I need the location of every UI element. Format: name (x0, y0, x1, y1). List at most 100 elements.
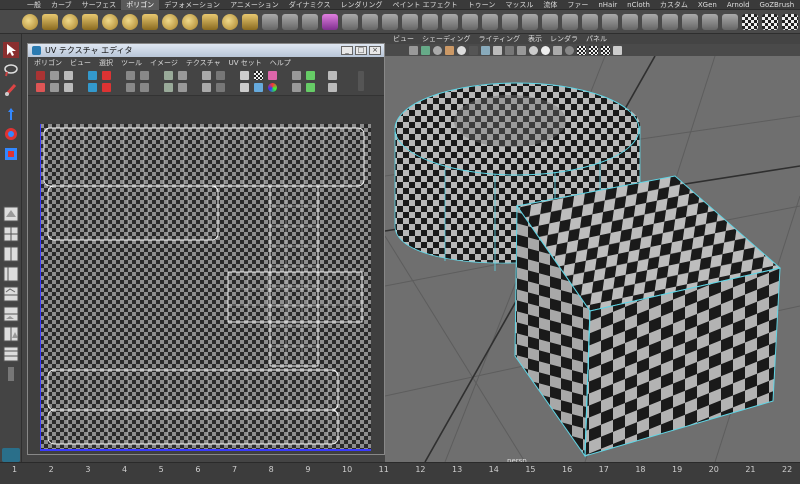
smooth-icon[interactable] (342, 13, 358, 30)
smooth-shade-icon[interactable] (433, 45, 442, 55)
sphere-icon[interactable] (22, 13, 38, 30)
shelf-tab-16[interactable]: XGen (693, 0, 722, 10)
offset-loop-icon[interactable] (482, 13, 498, 30)
color-managed-icon[interactable] (306, 71, 315, 80)
uv-menu-6[interactable]: UV セット (229, 58, 262, 68)
texture-borders-icon[interactable] (216, 71, 225, 80)
shelf-tab-1[interactable]: カーブ (46, 0, 77, 10)
hud-icon[interactable] (613, 45, 622, 55)
layout-uv-icon[interactable] (178, 83, 187, 92)
layout-hypershade-icon[interactable] (3, 306, 19, 322)
dof-icon[interactable] (565, 45, 574, 55)
minimize-button[interactable]: _ (341, 46, 353, 55)
grid-toggle-icon[interactable] (505, 45, 514, 55)
textured-icon[interactable] (445, 45, 454, 55)
uv-distortion-icon[interactable] (268, 71, 277, 80)
uv-menu-4[interactable]: イメージ (150, 58, 178, 68)
shelf-tab-13[interactable]: nHair (593, 0, 622, 10)
layout-custom-icon[interactable] (3, 346, 19, 362)
gamma-icon[interactable] (292, 83, 301, 92)
shelf-tab-6[interactable]: ダイナミクス (284, 0, 336, 10)
uv-menu-3[interactable]: ツール (121, 58, 142, 68)
lights-icon[interactable] (457, 45, 466, 55)
shelf-tab-11[interactable]: 流体 (538, 0, 562, 10)
layout-two-icon[interactable] (3, 246, 19, 262)
checker-view3-icon[interactable] (601, 45, 610, 55)
isolate-icon[interactable] (493, 45, 502, 55)
move-sew-icon[interactable] (102, 71, 111, 80)
shaded-uv-icon[interactable] (254, 83, 263, 92)
rgb-channel-icon[interactable] (268, 83, 277, 92)
time-slider[interactable]: 1 2 3 4 5 6 7 8 9 10 11 12 13 14 15 16 17 18 19 20 21 22 (0, 462, 800, 484)
checker-view2-icon[interactable] (589, 45, 598, 55)
shelf-tab-9[interactable]: トゥーン (463, 0, 501, 10)
dim-image-icon[interactable] (240, 71, 249, 80)
merge-icon[interactable] (582, 13, 598, 30)
shelf-tab-17[interactable]: Arnold (722, 0, 755, 10)
shelf-tab-7[interactable]: レンダリング (335, 0, 387, 10)
cylindrical-map-icon[interactable] (662, 13, 678, 30)
cut-uv-icon[interactable] (88, 71, 97, 80)
shelf-tab-2[interactable]: サーフェス (77, 0, 122, 10)
sew-uv-icon[interactable] (88, 83, 97, 92)
viewport-menu-5[interactable]: パネル (586, 34, 607, 44)
unpin-uv-icon[interactable] (36, 83, 45, 92)
viewport-menu-4[interactable]: レンダラ (550, 34, 578, 44)
extract-icon[interactable] (302, 13, 318, 30)
rotate-cw-icon[interactable] (64, 83, 73, 92)
separate-icon[interactable] (282, 13, 298, 30)
shelf-tab-12[interactable]: ファー (562, 0, 593, 10)
split-icon[interactable] (442, 13, 458, 30)
checker-tiles-icon[interactable] (254, 71, 263, 80)
select-tool-icon[interactable] (3, 42, 19, 58)
average-icon[interactable] (362, 13, 378, 30)
checker-a-icon[interactable] (742, 13, 758, 30)
move-tool-icon[interactable] (3, 106, 19, 122)
bridge-icon[interactable] (522, 13, 538, 30)
uv-menu-5[interactable]: テクスチャ (186, 58, 221, 68)
layout-uv-icon[interactable] (3, 326, 19, 342)
auto-map-icon[interactable] (702, 13, 718, 30)
pin-uv-icon[interactable] (36, 71, 45, 80)
helix-icon[interactable] (202, 13, 218, 30)
append-icon[interactable] (422, 13, 438, 30)
rotate-tool-icon[interactable] (3, 126, 19, 142)
shelf-tab-0[interactable]: 一般 (22, 0, 46, 10)
viewport-menu-1[interactable]: シェーディング (422, 34, 471, 44)
xray-icon[interactable] (481, 45, 490, 55)
wireframe-icon[interactable] (421, 45, 430, 55)
unfold-icon[interactable] (178, 71, 187, 80)
paint-select-icon[interactable] (3, 82, 19, 98)
shelf-tab-5[interactable]: アニメーション (225, 0, 284, 10)
layout-graph-icon[interactable] (3, 286, 19, 302)
bevel-icon[interactable] (542, 13, 558, 30)
cylinder-icon[interactable] (62, 13, 78, 30)
collapse-icon[interactable] (602, 13, 618, 30)
image-display-icon[interactable] (216, 83, 225, 92)
merge-uv-icon[interactable] (102, 83, 111, 92)
uv-editor-titlebar[interactable]: UV テクスチャ エディタ _ □ × (28, 44, 384, 57)
snapshot-icon[interactable] (328, 71, 337, 80)
viewport-menu-0[interactable]: ビュー (393, 34, 414, 44)
checker-b-icon[interactable] (762, 13, 778, 30)
shadows-icon[interactable] (469, 45, 478, 55)
viewport-menu-3[interactable]: 表示 (528, 34, 542, 44)
fill-hole-icon[interactable] (402, 13, 418, 30)
shelf-tab-18[interactable]: GoZBrush (755, 0, 800, 10)
refresh-image-icon[interactable] (306, 83, 315, 92)
scroll-handle-icon[interactable] (358, 71, 364, 91)
chamfer-icon[interactable] (562, 13, 578, 30)
pipe-icon[interactable] (182, 13, 198, 30)
isolate-select-icon[interactable] (328, 83, 337, 92)
uv-menu-0[interactable]: ポリゴン (34, 58, 62, 68)
shelf-tab-3[interactable]: ポリゴン (121, 0, 160, 10)
perspective-viewport[interactable]: persp (385, 56, 800, 462)
shelf-tab-15[interactable]: カスタム (655, 0, 693, 10)
maximize-button[interactable]: □ (355, 46, 367, 55)
uv-texture-editor-window[interactable]: UV テクスチャ エディタ _ □ × ポリゴン ビュー 選択 ツール イメージ テクスチ… (27, 43, 385, 455)
uv-menu-7[interactable]: ヘルプ (270, 58, 291, 68)
insert-loop-icon[interactable] (462, 13, 478, 30)
layout-single-icon[interactable] (3, 206, 19, 222)
spherical-map-icon[interactable] (682, 13, 698, 30)
mirror-icon[interactable] (382, 13, 398, 30)
